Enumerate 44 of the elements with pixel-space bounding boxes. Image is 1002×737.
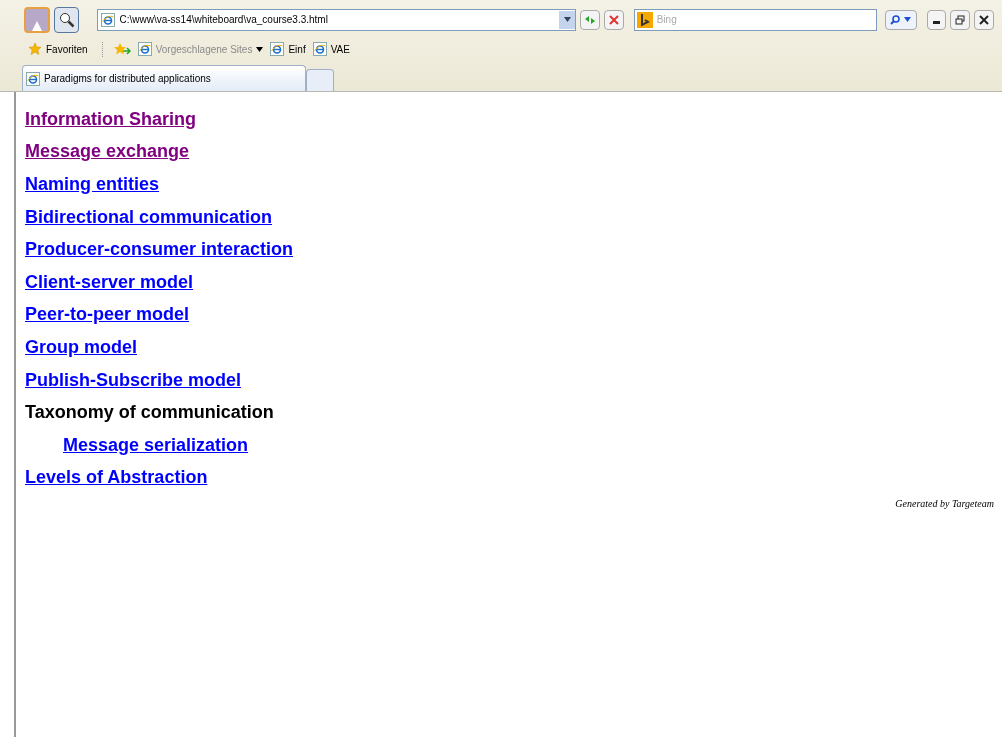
star-icon [28,42,42,57]
outline-link[interactable]: Naming entities [25,171,160,198]
favorites-bar-link[interactable]: Einf [270,42,306,57]
outline-link[interactable]: Levels of Abstraction [25,464,208,492]
restore-button[interactable] [950,9,971,30]
outline-link[interactable]: Bidirectional communication [25,203,273,231]
close-button[interactable] [974,9,994,30]
restore-icon [955,14,966,25]
outline-link[interactable]: Publish-Subscribe model [25,366,242,394]
outline-link[interactable]: Client-server model [25,268,194,296]
close-icon [979,14,990,25]
outline-heading: Taxonomy of communication [25,401,274,425]
outline-link[interactable]: Message serialization [63,431,249,459]
dropdown-button[interactable] [559,10,576,29]
caret-icon [904,17,912,23]
search-button[interactable] [884,9,917,30]
close-icon [608,14,619,25]
magnifier-icon [58,11,75,28]
minimize-icon [933,20,940,24]
bing-logo-icon [636,11,653,28]
footer-note: Generated by Targeteam [895,497,994,512]
browser-tab[interactable]: Paradigms for distributed applications [22,65,306,91]
favorites-button[interactable]: Favoriten [28,42,103,57]
search-icon [890,14,901,25]
refresh-arrows-icon [583,13,596,26]
add-favorite-icon[interactable] [112,42,131,57]
outline-link[interactable]: Producer-consumer interaction [25,236,294,264]
caret-icon [563,17,571,23]
caret-icon [256,47,264,52]
minimize-button[interactable] [926,9,947,30]
outline-link[interactable]: Message exchange [25,138,190,166]
address-field[interactable]: C:\www\va-ss14\whiteboard\va_course3.3.html [97,8,577,31]
address-text: C:\www\va-ss14\whiteboard\va_course3.3.html [119,13,329,28]
globe-page-icon [137,42,152,57]
outline-link[interactable]: Information Sharing [25,105,196,133]
stop-button[interactable] [603,9,624,30]
zoom-button[interactable] [53,6,80,33]
globe-page-icon [26,71,40,86]
outline-link[interactable]: Group model [25,333,137,361]
globe-page-icon [101,12,116,27]
favorites-bar-link[interactable]: VAE [312,42,350,57]
outline-link[interactable]: Peer-to-peer model [25,301,190,329]
globe-page-icon [270,42,285,57]
globe-page-icon [312,42,327,57]
